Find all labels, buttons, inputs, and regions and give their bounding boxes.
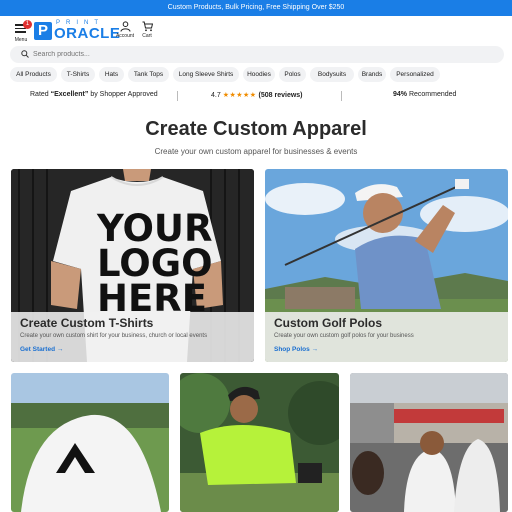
cart-label: Cart [142,33,152,39]
menu-button[interactable]: 1 Menu [10,20,32,43]
logo-mark-icon: P [34,22,52,40]
card-caption: Custom Golf Polos Create your own custom… [265,312,508,362]
category-all-products[interactable]: All Products [10,67,57,82]
account-label: Account [115,33,135,39]
page-subtitle: Create your own custom apparel for busin… [154,147,358,156]
shopper-approved-rating: Rated “Excellent” by Shopper Approved [30,91,158,98]
logo-oracle-text: ORACLE [54,25,121,42]
category-hats[interactable]: Hats [99,67,124,82]
card-custom-team-apparel[interactable] [350,373,508,512]
get-started-link[interactable]: Get Started → [20,346,63,353]
hat-image [11,373,169,512]
category-tank-tops[interactable]: Tank Tops [128,67,169,82]
category-hoodies[interactable]: Hoodies [243,67,275,82]
divider [177,91,178,101]
shop-polos-link[interactable]: Shop Polos → [274,346,318,353]
shirt-print-text: YOUR LOGO HERE [97,207,213,320]
star-rating-icon: ★★★★★ [222,92,257,99]
recommended-stat: 94% Recommended [393,91,457,98]
category-t-shirts[interactable]: T-Shirts [61,67,95,82]
category-polos[interactable]: Polos [279,67,306,82]
card-description: Create your own custom shirt for your bu… [20,333,208,339]
category-bodysuits[interactable]: Bodysuits [310,67,354,82]
search-icon [21,50,29,58]
divider [341,91,342,101]
category-nav: All Products T-Shirts Hats Tank Tops Lon… [10,67,504,82]
landscaper-image [180,373,339,512]
menu-label: Menu [14,37,28,43]
account-button[interactable]: Account [114,20,136,42]
search-bar[interactable] [10,46,504,63]
user-icon [120,21,130,32]
cart-icon [142,21,153,32]
page-title: Create Custom Apparel [145,118,367,140]
promo-bar: Custom Products, Bulk Pricing, Free Ship… [0,0,512,16]
cart-button[interactable]: Cart [136,20,158,42]
street-crowd-image [350,373,508,512]
site-logo[interactable]: P PRINT ORACLE [34,20,120,42]
card-caption: Create Custom T-Shirts Create your own c… [11,312,254,362]
site-header: 1 Menu P PRINT ORACLE Account Cart [0,16,512,44]
card-custom-workwear[interactable] [180,373,339,512]
review-rating: 4.7 ★★★★★ (508 reviews) [211,92,303,99]
card-custom-golf-polos[interactable]: Custom Golf Polos Create your own custom… [265,169,508,362]
category-brands[interactable]: Brands [358,67,386,82]
category-long-sleeve-shirts[interactable]: Long Sleeve Shirts [173,67,239,82]
card-title: Create Custom T-Shirts [20,316,154,330]
card-custom-hats[interactable] [11,373,169,512]
card-custom-t-shirts[interactable]: YOUR LOGO HERE Create Custom T-Shirts Cr… [11,169,254,362]
category-personalized[interactable]: Personalized [390,67,440,82]
menu-badge: 1 [23,20,32,29]
card-title: Custom Golf Polos [274,316,382,330]
card-description: Create your own custom golf polos for yo… [274,333,414,339]
search-input[interactable] [33,48,473,61]
trust-bar: Rated “Excellent” by Shopper Approved 4.… [0,89,512,103]
